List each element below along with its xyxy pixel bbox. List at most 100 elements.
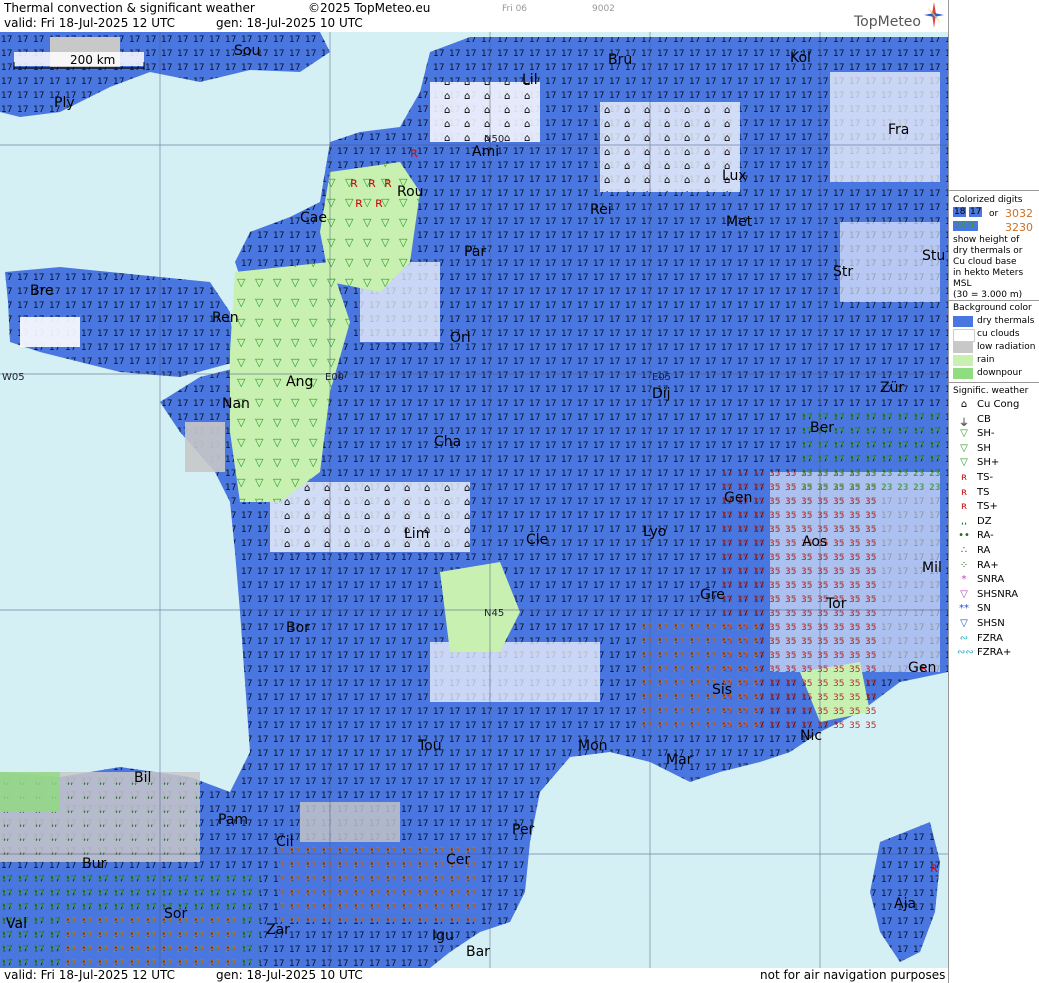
city-label: Bre xyxy=(30,283,54,299)
city-label: Ang xyxy=(286,374,313,390)
swatch-low-radiation xyxy=(953,342,973,353)
city-label: Köl xyxy=(790,50,811,66)
city-label: Ren xyxy=(212,310,239,326)
city-label: Str xyxy=(833,264,853,280)
weather-label: SH+ xyxy=(977,457,1000,469)
freezing-rain-icon: ∾ xyxy=(959,632,969,644)
weather-label: SHSNRA xyxy=(977,588,1019,600)
city-label: Met xyxy=(726,214,753,230)
city-label: Mar xyxy=(666,752,693,768)
copyright: ©2025 TopMeteo.eu xyxy=(308,1,431,15)
weather-label: CB xyxy=(977,413,991,425)
rain-light-icon: •• xyxy=(958,530,970,542)
svg-text:ʀ: ʀ xyxy=(375,196,383,211)
weather-label: SH xyxy=(977,442,991,454)
weather-map[interactable]: 17 23 35 27 ▽ ⌂ ,, xyxy=(0,32,948,968)
city-label: Tor xyxy=(825,596,847,612)
city-label: Aos xyxy=(802,534,827,550)
city-label: Tou xyxy=(417,738,442,754)
city-label: Sou xyxy=(234,43,260,59)
city-label: Zar xyxy=(266,922,290,938)
legend-weather: Signific. weather ⌂ Cu Cong ⏚ CB ▽ SH- ▽ SH ▽ SH+… xyxy=(949,382,1039,663)
legend-bg-title: Background color xyxy=(953,303,1032,313)
city-label: Aja xyxy=(894,896,916,912)
city-label: Val xyxy=(6,916,27,932)
city-label: Bar xyxy=(466,944,490,960)
city-label: Zür xyxy=(880,380,904,396)
drizzle-icon: ,, xyxy=(960,515,968,527)
legend-colorized: Colorized digits 18 17 or 3032 2826 3230… xyxy=(949,190,1039,301)
valid-time: valid: Fri 18-Jul-2025 12 UTC xyxy=(4,16,176,30)
weather-label: FZRA xyxy=(977,632,1003,644)
shower-light-icon: ▽ xyxy=(960,428,968,440)
city-label: Cil xyxy=(276,834,294,850)
weather-label: RA+ xyxy=(977,559,999,571)
city-label: Dij xyxy=(652,386,671,402)
shower-icon: ▽ xyxy=(960,442,968,454)
city-label: Bor xyxy=(286,620,310,636)
svg-text:ʀ: ʀ xyxy=(930,861,938,876)
cu-cong-icon: ⌂ xyxy=(960,399,968,410)
weather-label: RA- xyxy=(977,530,994,542)
city-label: Bru xyxy=(608,52,632,68)
thunderstorm-light-icon: ʀ xyxy=(960,472,968,483)
city-label: Mon xyxy=(578,738,608,754)
grid-label: E05 xyxy=(652,372,671,383)
svg-text:ʀ: ʀ xyxy=(355,196,363,211)
svg-text:ʀ: ʀ xyxy=(410,146,418,161)
city-label: Fra xyxy=(888,122,909,138)
weather-label: Cu Cong xyxy=(977,399,1020,410)
thunderstorm-heavy-icon: ʀ xyxy=(960,501,968,513)
city-label: Rou xyxy=(397,184,424,200)
city-label: Lyo xyxy=(643,524,666,540)
city-label: Stu xyxy=(922,248,945,264)
svg-text:ʀ: ʀ xyxy=(350,176,358,191)
city-label: Ply xyxy=(54,95,75,111)
city-label: Mil xyxy=(922,560,942,576)
swatch-rain xyxy=(953,355,973,366)
rain-icon: ∴ xyxy=(960,545,968,556)
swatch-downpour xyxy=(953,368,973,379)
shower-heavy-icon: ▽ xyxy=(960,457,968,469)
city-label: Lil xyxy=(522,72,538,88)
city-label: Pam xyxy=(218,812,248,828)
disclaimer: not for air navigation purposes xyxy=(760,968,946,982)
city-label: Gre xyxy=(700,587,725,603)
grid-label: W05 xyxy=(2,372,25,383)
snow-icon: ** xyxy=(959,603,969,615)
city-label: Gen xyxy=(724,490,752,506)
header-bar: Thermal convection & significant weather… xyxy=(0,0,948,32)
city-label: Bur xyxy=(82,856,106,872)
city-label: Cha xyxy=(434,434,461,450)
swatch-dry-thermals xyxy=(953,316,973,327)
city-label: Sor xyxy=(164,906,187,922)
city-label: Per xyxy=(512,822,535,838)
svg-text:ʀ: ʀ xyxy=(368,176,376,191)
weather-label: TS- xyxy=(977,472,994,483)
footer-bar: valid: Fri 18-Jul-2025 12 UTC gen: 18-Ju… xyxy=(0,968,948,983)
city-label: Gen xyxy=(908,660,936,676)
weather-label: FZRA+ xyxy=(977,647,1012,659)
grid-label: E00 xyxy=(325,372,344,383)
footer-gen-time: gen: 18-Jul-2025 10 UTC xyxy=(216,968,363,982)
city-label: Lux xyxy=(722,168,747,184)
weather-label: SN xyxy=(977,603,991,615)
shower-snow-icon: ▽ xyxy=(960,618,968,629)
footer-valid-time: valid: Fri 18-Jul-2025 12 UTC xyxy=(4,968,176,982)
city-label: Rei xyxy=(590,202,612,218)
legend-background: Background color dry thermals cu clouds … xyxy=(949,300,1039,383)
city-label: Sis xyxy=(712,682,732,698)
thunderstorm-icon: ʀ xyxy=(960,486,968,498)
compass-logo-icon xyxy=(924,2,944,28)
city-label: Orl xyxy=(450,330,471,346)
cb-icon: ⏚ xyxy=(959,417,969,429)
freezing-rain-heavy-icon: ∾∾ xyxy=(957,647,974,659)
weather-label: SHSN xyxy=(977,618,1005,629)
legend-wx-title: Signific. weather xyxy=(953,386,1029,396)
city-label: Igu xyxy=(432,928,454,944)
city-label: Ber xyxy=(810,420,834,436)
svg-text:ʀ: ʀ xyxy=(384,176,392,191)
swatch-cu-clouds xyxy=(953,329,975,342)
city-label: Nic xyxy=(800,728,822,744)
city-label: Lim xyxy=(404,526,429,542)
